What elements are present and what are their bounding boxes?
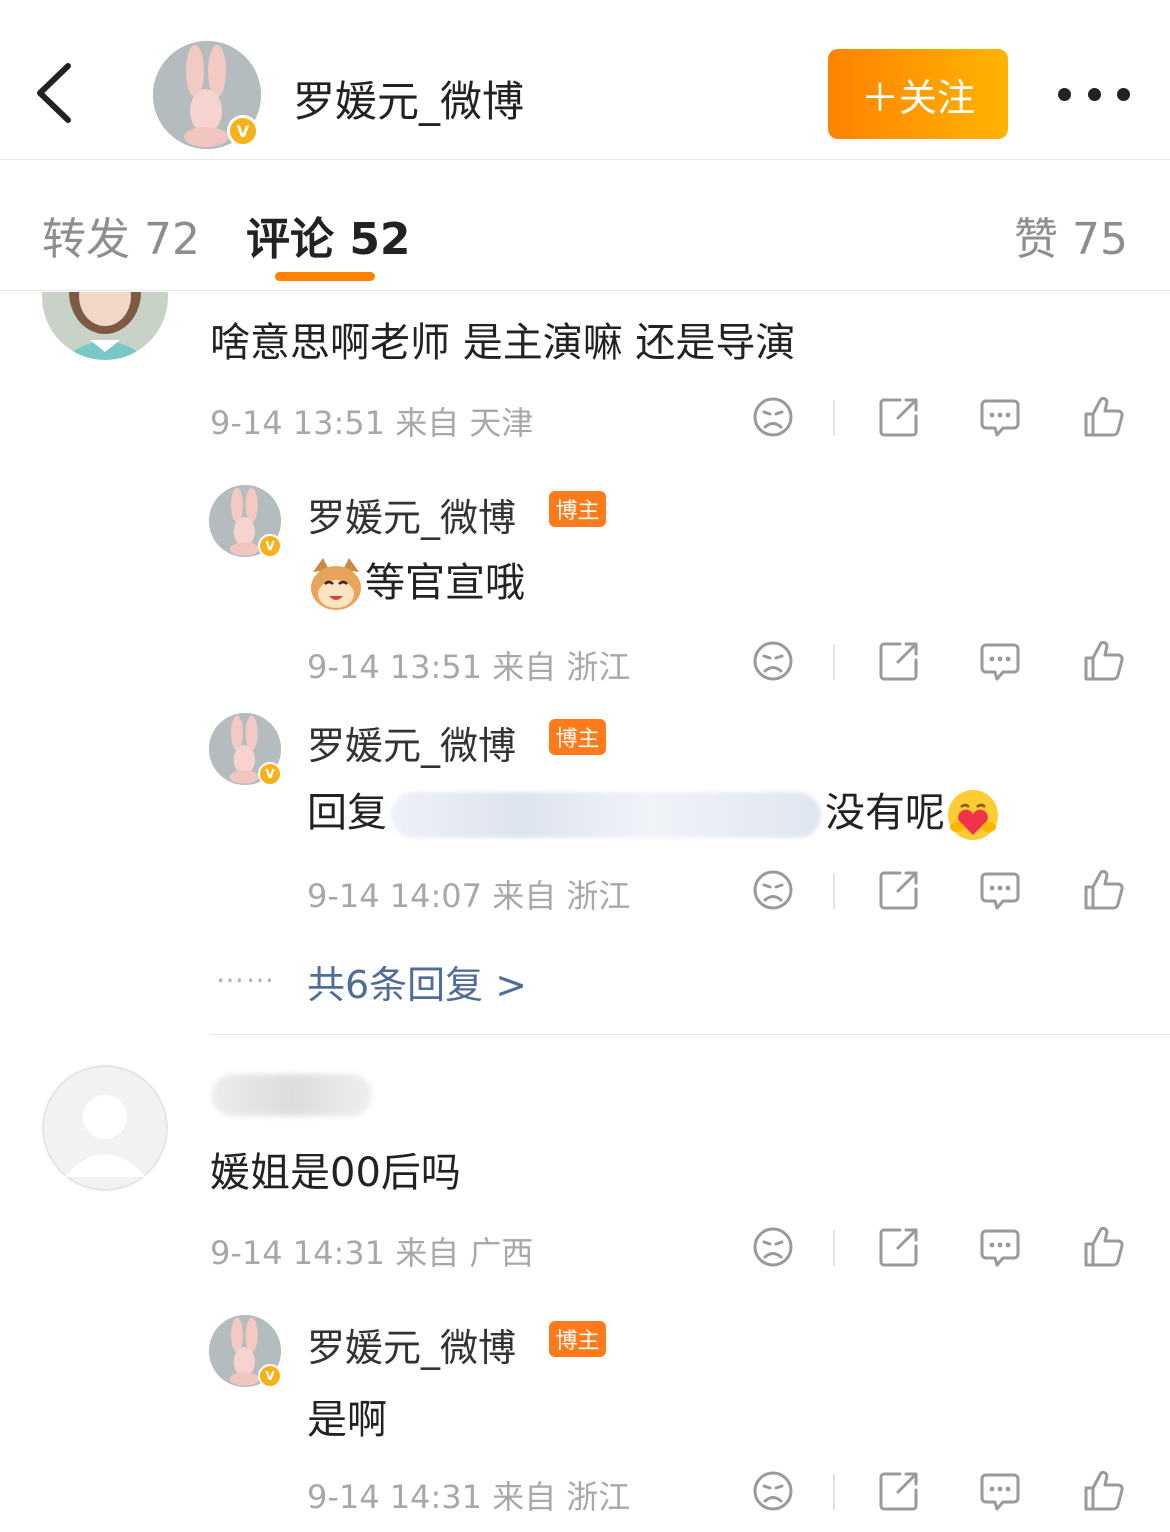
blurred-username xyxy=(391,792,821,838)
dislike-face-icon[interactable] xyxy=(750,867,796,913)
active-tab-indicator xyxy=(275,272,375,281)
blurred-username xyxy=(212,1074,372,1116)
share-icon[interactable] xyxy=(876,394,922,440)
avatar[interactable] xyxy=(42,292,168,360)
page-title: 罗媛元_微博 xyxy=(293,77,525,126)
reply-meta: 9-14 13:51 来自 浙江 xyxy=(307,648,631,686)
comment-icon[interactable] xyxy=(977,1468,1023,1514)
comment-actions xyxy=(750,394,1170,444)
reply-actions xyxy=(750,867,1170,917)
dislike-face-icon[interactable] xyxy=(750,638,796,684)
divider xyxy=(833,1474,835,1510)
comment-icon[interactable] xyxy=(977,638,1023,684)
like-icon[interactable] xyxy=(1080,394,1126,440)
divider xyxy=(833,400,835,436)
comment-text: 媛姐是00后吗 xyxy=(210,1150,461,1196)
comment-text: 啥意思啊老师 是主演嘛 还是导演 xyxy=(210,320,796,366)
avatar[interactable]: V xyxy=(209,1315,282,1388)
comment-icon[interactable] xyxy=(977,867,1023,913)
follow-button[interactable]: ＋关注 xyxy=(828,49,1008,139)
tab-likes[interactable]: 赞 75 xyxy=(1014,203,1128,267)
divider xyxy=(833,1230,835,1266)
reply-text-content: 等官宣哦 xyxy=(365,560,525,606)
avatar[interactable]: V xyxy=(153,41,261,149)
v-verified-icon: V xyxy=(258,534,282,558)
view-more-replies-link[interactable]: 共6条回复 > xyxy=(307,954,527,1009)
dislike-face-icon[interactable] xyxy=(750,394,796,440)
reply-author-name[interactable]: 罗媛元_微博 xyxy=(307,715,516,770)
cat-emoji xyxy=(311,558,361,610)
reply-text: 是啊 xyxy=(307,1397,387,1443)
comment-list: 啥意思啊老师 是主演嘛 还是导演 9-14 13:51 来自 天津 V 罗媛元_… xyxy=(0,292,1170,1532)
reply-actions xyxy=(750,638,1170,688)
tab-reposts[interactable]: 转发 72 xyxy=(42,203,200,267)
avatar[interactable]: V xyxy=(209,713,282,786)
comment-icon[interactable] xyxy=(977,394,1023,440)
reply-text: 等官宣哦 xyxy=(307,550,525,614)
user-avatar-image xyxy=(42,292,168,360)
like-icon[interactable] xyxy=(1080,638,1126,684)
comment-meta: 9-14 13:51 来自 天津 xyxy=(210,404,534,442)
share-icon[interactable] xyxy=(876,638,922,684)
reply-author-name[interactable]: 罗媛元_微博 xyxy=(307,487,516,542)
divider xyxy=(210,1034,1170,1035)
share-icon[interactable] xyxy=(876,1468,922,1514)
reply-text: 回复 没有呢 xyxy=(307,780,1001,843)
reply-meta: 9-14 14:31 来自 浙江 xyxy=(307,1478,631,1516)
tab-bar: 转发 72 评论 52 赞 75 xyxy=(0,161,1170,291)
author-badge: 博主 xyxy=(549,719,606,755)
avatar[interactable]: V xyxy=(209,485,282,558)
v-verified-icon: V xyxy=(258,1364,282,1388)
avatar[interactable] xyxy=(42,1065,168,1191)
share-icon[interactable] xyxy=(876,1224,922,1270)
like-icon[interactable] xyxy=(1080,867,1126,913)
reply-prefix: 回复 xyxy=(307,790,387,836)
comment-actions xyxy=(750,1224,1170,1274)
v-verified-icon: V xyxy=(227,115,259,147)
comment-icon[interactable] xyxy=(977,1224,1023,1270)
comment-meta: 9-14 14:31 来自 广西 xyxy=(210,1234,534,1272)
reply-author-name[interactable]: 罗媛元_微博 xyxy=(307,1317,516,1372)
share-icon[interactable] xyxy=(876,867,922,913)
tab-comments[interactable]: 评论 52 xyxy=(246,203,411,267)
more-dots-icon[interactable] xyxy=(1058,80,1130,108)
reply-actions xyxy=(750,1468,1170,1518)
chevron-left-icon[interactable] xyxy=(30,58,80,128)
author-badge: 博主 xyxy=(549,1321,606,1357)
like-icon[interactable] xyxy=(1080,1468,1126,1514)
dislike-face-icon[interactable] xyxy=(750,1224,796,1270)
top-bar: V 罗媛元_微博 ＋关注 xyxy=(0,0,1170,160)
reply-meta: 9-14 14:07 来自 浙江 xyxy=(307,877,631,915)
like-icon[interactable] xyxy=(1080,1224,1126,1270)
reply-dots: …… xyxy=(216,956,276,989)
author-badge: 博主 xyxy=(549,491,606,527)
divider xyxy=(833,873,835,909)
divider xyxy=(833,644,835,680)
heart-hug-emoji xyxy=(948,790,998,840)
reply-text-content: 没有呢 xyxy=(825,790,945,836)
dislike-face-icon[interactable] xyxy=(750,1468,796,1514)
default-avatar-icon xyxy=(42,1065,168,1191)
v-verified-icon: V xyxy=(258,762,282,786)
